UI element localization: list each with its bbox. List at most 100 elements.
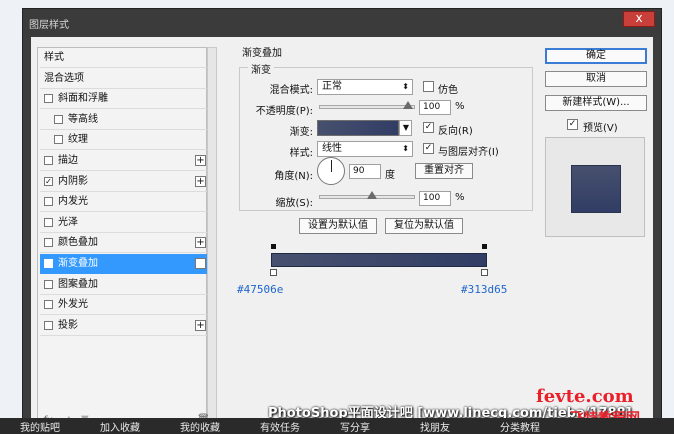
style-checkbox[interactable]: ✓ — [44, 176, 53, 186]
add-icon[interactable]: + — [195, 155, 206, 166]
style-list-item[interactable]: 混合选项 — [40, 69, 210, 89]
title-bar: 图层样式 x — [23, 9, 661, 37]
style-checkbox[interactable]: ✓ — [44, 259, 53, 268]
dither-checkbox[interactable] — [423, 81, 434, 92]
check-icon: ✓ — [424, 143, 433, 153]
color-stop-left[interactable] — [270, 269, 277, 276]
dialog-client: 样式 混合选项 斜面和浮雕 等高线 纹理 描边 + ✓ 内阴影 + 内发光 光泽 颜色叠加 + ✓ 渐变叠加 +… — [31, 37, 653, 426]
style-list-label: 颜色叠加 — [58, 237, 98, 249]
style-list-item[interactable]: 投影 + — [40, 316, 210, 336]
preview-checkbox[interactable]: ✓ — [567, 119, 578, 130]
styles-list-scrollbar[interactable] — [207, 47, 217, 421]
style-list-item[interactable]: 斜面和浮雕 — [40, 89, 210, 110]
dither-label: 仿色 — [438, 85, 458, 96]
scale-input[interactable]: 100 — [419, 191, 451, 206]
angle-label: 角度(N): — [274, 171, 313, 182]
bottom-toolbar-item[interactable]: 我的收藏 — [180, 419, 220, 434]
style-checkbox[interactable] — [44, 156, 53, 165]
style-list-item[interactable]: 内发光 — [40, 192, 210, 213]
close-button[interactable]: x — [623, 11, 655, 27]
blend-mode-value: 正常 — [322, 81, 342, 92]
reset-align-button[interactable]: 重置对齐 — [415, 163, 473, 179]
gradient-picker[interactable] — [317, 120, 399, 136]
style-value: 线性 — [322, 143, 342, 154]
color-stop-right[interactable] — [481, 269, 488, 276]
gradient-subgroup-title: 渐变 — [248, 61, 274, 76]
chevron-updown-icon: ⬍ — [402, 144, 409, 153]
gradient-dropdown[interactable]: ▼ — [399, 120, 412, 136]
style-list-item[interactable]: ✓ 内阴影 + — [40, 172, 210, 192]
opacity-slider[interactable] — [319, 105, 415, 109]
add-icon[interactable]: + — [195, 319, 206, 331]
style-list-label: 斜面和浮雕 — [58, 93, 108, 105]
reverse-label: 反向(R) — [438, 126, 473, 137]
close-icon: x — [635, 11, 643, 25]
style-list-item[interactable]: 图案叠加 — [40, 275, 210, 295]
angle-input[interactable]: 90 — [349, 164, 381, 179]
align-layer-checkbox[interactable]: ✓ — [423, 143, 434, 154]
add-icon[interactable]: + — [195, 175, 206, 187]
style-list-item[interactable]: 描边 + — [40, 151, 210, 171]
blend-mode-label: 混合模式: — [269, 85, 313, 96]
style-list-item[interactable]: 等高线 — [40, 110, 210, 130]
chevron-updown-icon: ⬍ — [402, 82, 409, 91]
reset-default-button[interactable]: 复位为默认值 — [385, 218, 463, 234]
style-list-label: 光泽 — [58, 216, 78, 228]
align-layer-label: 与图层对齐(I) — [438, 147, 499, 158]
style-checkbox[interactable] — [44, 300, 53, 310]
style-checkbox[interactable] — [54, 135, 63, 145]
opacity-slider-thumb[interactable] — [403, 101, 413, 109]
opacity-input[interactable]: 100 — [419, 100, 451, 115]
watermark-logo: fevte.com — [536, 386, 634, 407]
angle-hand — [331, 160, 332, 172]
ok-button[interactable]: 确定 — [545, 48, 647, 64]
bottom-toolbar-item[interactable]: 有效任务 — [260, 419, 300, 434]
style-select[interactable]: 线性 ⬍ — [317, 141, 413, 157]
styles-list: 样式 混合选项 斜面和浮雕 等高线 纹理 描边 + ✓ 内阴影 + 内发光 光泽 颜色叠加 + ✓ 渐变叠加 +… — [37, 47, 210, 421]
bottom-toolbar-item[interactable]: 加入收藏 — [100, 419, 140, 434]
add-icon[interactable]: + — [195, 237, 206, 249]
left-stop-hex: #47506e — [237, 283, 284, 296]
style-list-item[interactable]: 外发光 — [40, 295, 210, 316]
blend-mode-select[interactable]: 正常 ⬍ — [317, 79, 413, 95]
style-list-item[interactable]: ✓ 渐变叠加 + — [40, 254, 210, 274]
angle-unit: 度 — [385, 170, 395, 181]
style-checkbox[interactable] — [44, 320, 53, 330]
set-default-button[interactable]: 设置为默认值 — [299, 218, 377, 234]
bottom-toolbar-item[interactable]: 我的贴吧 — [20, 419, 60, 434]
cancel-button[interactable]: 取消 — [545, 71, 647, 87]
style-list-item[interactable]: 纹理 — [40, 130, 210, 151]
layer-style-dialog: 图层样式 x 样式混合选项斜面和浮雕等高线纹理 描边 + ✓ 内阴影 + 内发光光泽颜色叠加… — [22, 8, 662, 426]
style-list-label: 样式 — [44, 52, 64, 63]
style-list-item[interactable]: 样式 — [40, 48, 210, 68]
bottom-toolbar-item[interactable]: 写分享 — [340, 419, 370, 434]
style-checkbox[interactable] — [44, 279, 53, 289]
bottom-toolbar-item[interactable]: 分类教程 — [500, 419, 540, 434]
opacity-stop-right[interactable] — [482, 244, 487, 249]
style-list-label: 外发光 — [58, 299, 88, 311]
angle-dial[interactable] — [317, 157, 345, 185]
check-icon: ✓ — [568, 119, 577, 129]
bottom-toolbar: 我的贴吧 加入收藏 我的收藏 有效任务 写分享 找朋友 分类教程 — [0, 418, 674, 434]
style-checkbox[interactable] — [44, 238, 53, 248]
style-checkbox[interactable] — [44, 197, 53, 207]
style-list-label: 内阴影 — [58, 175, 88, 187]
style-list-item[interactable]: 颜色叠加 + — [40, 233, 210, 254]
style-checkbox[interactable] — [44, 217, 53, 227]
style-checkbox[interactable] — [54, 114, 63, 124]
check-icon: ✓ — [424, 122, 433, 132]
reverse-checkbox[interactable]: ✓ — [423, 122, 434, 133]
bottom-toolbar-item[interactable]: 找朋友 — [420, 419, 450, 434]
style-checkbox[interactable] — [44, 94, 53, 104]
gradient-label: 渐变: — [289, 127, 313, 138]
scale-slider-thumb[interactable] — [367, 191, 377, 199]
style-list-label: 等高线 — [68, 113, 98, 125]
style-list-item[interactable]: 光泽 — [40, 213, 210, 233]
scale-unit: % — [455, 192, 465, 203]
style-label: 样式: — [289, 148, 313, 159]
opacity-stop-left[interactable] — [271, 244, 276, 249]
gradient-preview-bar — [271, 253, 487, 267]
add-icon[interactable]: + — [195, 258, 206, 269]
new-style-button[interactable]: 新建样式(W)... — [545, 95, 647, 111]
style-list-label: 图案叠加 — [58, 278, 98, 290]
